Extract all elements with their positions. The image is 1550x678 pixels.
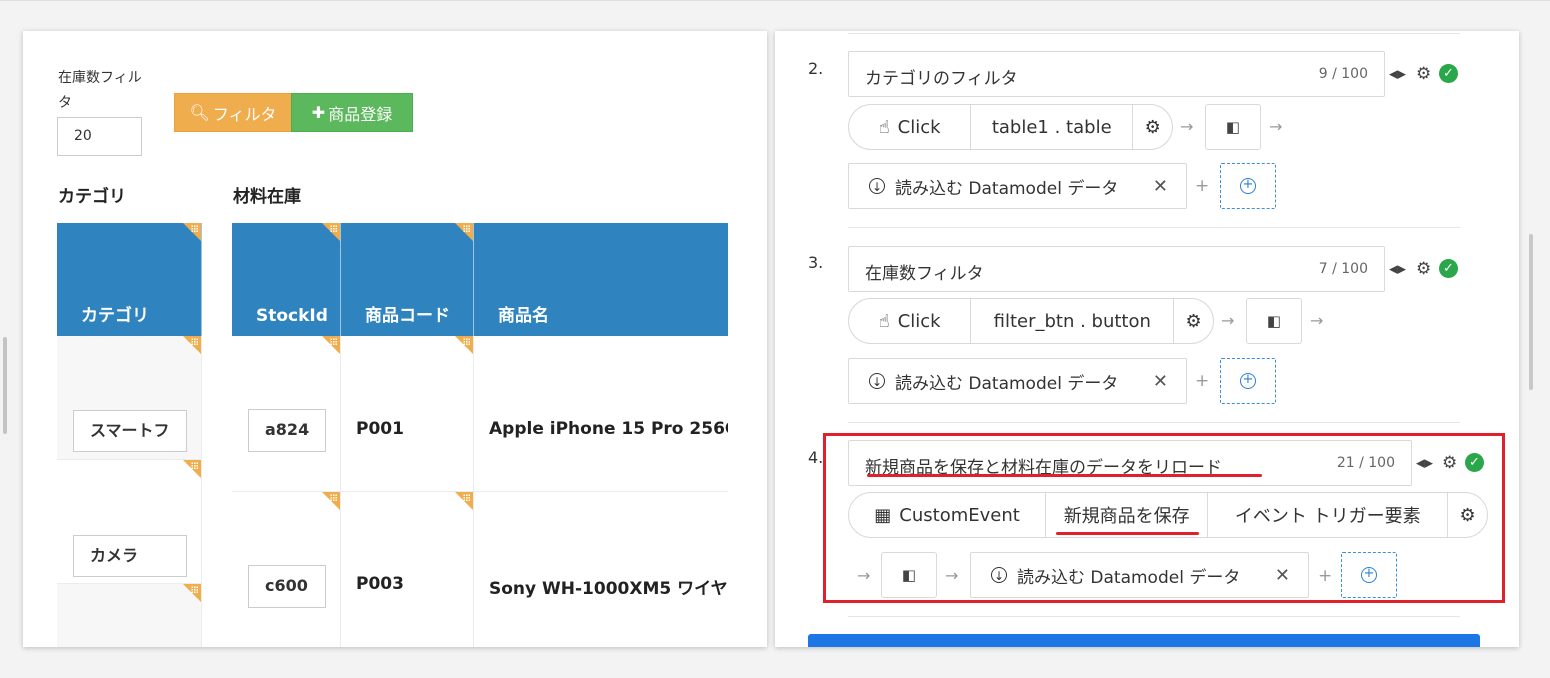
category-column-header[interactable]: カテゴリ [57,223,202,336]
add-action-button[interactable]: + [1220,358,1276,404]
step-name-counter: 9 / 100 [1318,66,1368,82]
filter-button-label: フィルタ [212,104,277,124]
table-row[interactable]: カメラ [57,460,202,584]
code-toggle-icon[interactable]: ◂▸ [1389,259,1406,279]
category-cell-input[interactable]: スマートフ [73,410,187,452]
cell-menu-icon[interactable] [322,336,340,354]
highlight-underline [1056,532,1199,535]
column-menu-icon[interactable] [183,223,201,241]
highlight-frame [823,433,1505,603]
arrow-icon: → [1269,117,1283,136]
cell-menu-icon[interactable] [455,492,473,510]
panel-icon[interactable]: ◧ [1205,104,1261,150]
code-toggle-icon[interactable]: ◂▸ [1389,64,1406,84]
add-action-button[interactable]: + [1220,163,1276,209]
trigger-type[interactable]: ☝ Click [849,105,972,149]
table-row[interactable]: スマートフ [57,336,202,460]
arrow-icon: → [1221,311,1235,330]
plus-icon: ✚ [311,103,326,122]
stockid-column-header[interactable]: StockId [232,223,341,336]
gear-icon[interactable]: ⚙ [1133,105,1172,149]
step-name-field[interactable]: カテゴリのフィルタ 9 / 100 [848,51,1385,97]
search-icon: 🔍︎ [189,103,210,122]
table-cell[interactable]: Sony WH-1000XM5 ワイヤレ [474,492,728,647]
product-code-text: P001 [356,419,404,439]
table-cell[interactable]: Apple iPhone 15 Pro 256G [474,336,728,492]
product-name-column-header[interactable]: 商品名 [474,223,728,336]
trigger-target[interactable]: table1 . table [971,105,1134,149]
plus-icon: + [1195,371,1210,391]
stock-table: StockId 商品コード 商品名 a824 P001 Apple iPhone… [232,223,728,647]
trigger-pill[interactable]: ☝ Click filter_btn . button ⚙ [848,298,1214,344]
divider [848,227,1460,228]
category-cell-input[interactable]: カメラ [73,535,187,577]
table-cell[interactable]: c600 [232,492,341,647]
add-product-button-label: 商品登録 [328,104,393,124]
cell-menu-icon[interactable] [183,336,201,354]
stockid-cell-input[interactable]: a824 [248,409,326,452]
product-name-text: Sony WH-1000XM5 ワイヤレ [489,579,728,599]
cell-menu-icon[interactable] [183,584,201,602]
arrow-icon: → [1310,311,1324,330]
column-menu-icon[interactable] [455,223,473,241]
arrow-icon: → [1180,117,1194,136]
stock-filter-input[interactable]: 20 [57,117,142,156]
top-border [0,0,1550,1]
app-preview-panel: 在庫数フィルタ 20 🔍︎ フィルタ ✚ 商品登録 カテゴリ 材料在庫 カテゴリ… [23,31,767,647]
highlight-underline [867,474,1262,477]
download-circle-icon: ↓ [869,178,885,194]
stock-filter-label: 在庫数フィルタ [58,70,142,111]
trigger-type[interactable]: ☝ Click [849,299,972,343]
cell-menu-icon[interactable] [183,460,201,478]
left-scrollbar[interactable] [3,337,7,434]
primary-action-button[interactable] [808,634,1480,647]
column-menu-icon[interactable] [322,223,340,241]
event-flow-panel: 2. カテゴリのフィルタ 9 / 100 ◂▸ ⚙ ✓ ☝ Click tabl… [775,31,1519,647]
step-number: 4. [808,448,824,467]
cell-menu-icon[interactable] [322,492,340,510]
page-scrollbar[interactable] [1529,234,1533,390]
pointer-click-icon: ☝ [878,116,890,138]
cell-menu-icon[interactable] [455,336,473,354]
step-name-counter: 7 / 100 [1318,261,1368,277]
category-table: カテゴリ スマートフ カメラ [57,223,202,647]
step-name-text: 在庫数フィルタ [865,264,984,284]
table-cell[interactable]: a824 [232,336,341,492]
gear-icon[interactable]: ⚙ [1174,299,1213,343]
divider [848,33,1460,34]
add-circle-icon: + [1240,178,1256,194]
filter-button[interactable]: 🔍︎ フィルタ [174,93,292,132]
check-circle-icon: ✓ [1439,64,1458,83]
trigger-target[interactable]: filter_btn . button [971,299,1175,343]
step-number: 3. [808,253,824,272]
trigger-pill[interactable]: ☝ Click table1 . table ⚙ [848,104,1173,150]
table-cell[interactable]: P003 [341,492,474,647]
table-row[interactable] [57,584,202,647]
add-product-button[interactable]: ✚ 商品登録 [291,93,413,132]
divider [848,422,1460,423]
table-cell[interactable]: P001 [341,336,474,492]
category-section-title: カテゴリ [58,187,126,207]
gear-icon[interactable]: ⚙ [1416,259,1431,279]
action-load-datamodel[interactable]: ↓ 読み込む Datamodel データ ✕ [848,163,1187,209]
plus-icon: + [1195,176,1210,196]
gear-icon[interactable]: ⚙ [1416,64,1431,84]
product-code-column-header[interactable]: 商品コード [341,223,474,336]
download-circle-icon: ↓ [869,373,885,389]
divider [848,616,1460,617]
add-circle-icon: + [1240,373,1256,389]
check-circle-icon: ✓ [1439,259,1458,278]
step-name-text: カテゴリのフィルタ [865,69,1018,89]
stockid-cell-input[interactable]: c600 [248,565,326,608]
action-load-datamodel[interactable]: ↓ 読み込む Datamodel データ ✕ [848,358,1187,404]
step-name-field[interactable]: 在庫数フィルタ 7 / 100 [848,246,1385,292]
close-icon[interactable]: ✕ [1153,371,1168,392]
product-code-text: P003 [356,574,404,594]
pointer-click-icon: ☝ [878,310,890,332]
product-name-text: Apple iPhone 15 Pro 256G [489,419,728,439]
step-number: 2. [808,59,824,78]
panel-icon[interactable]: ◧ [1246,298,1302,344]
stock-section-title: 材料在庫 [233,187,301,207]
close-icon[interactable]: ✕ [1153,176,1168,197]
